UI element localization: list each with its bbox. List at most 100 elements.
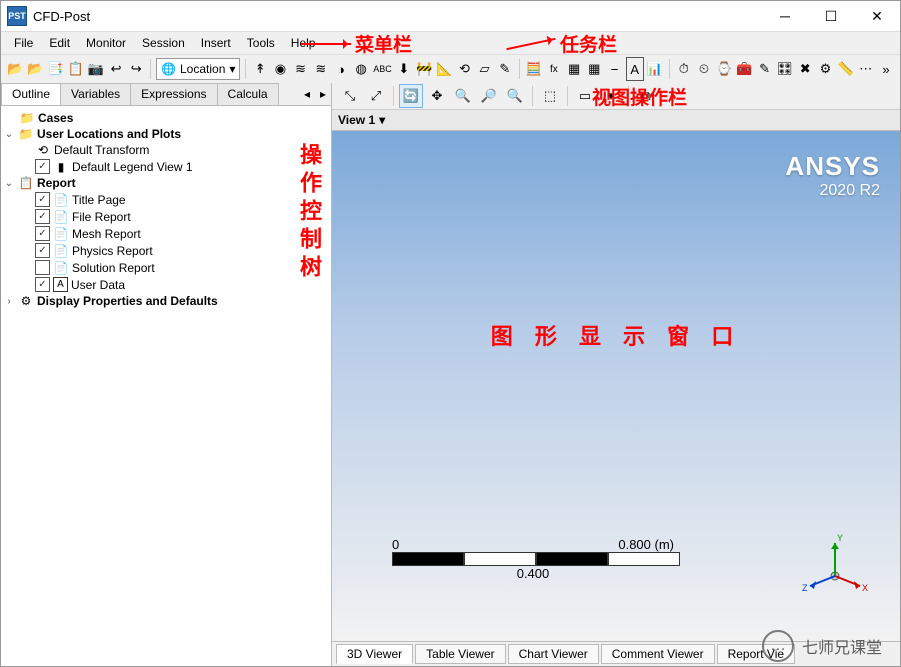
streamline2-icon[interactable]: ≋ — [312, 57, 330, 81]
tab-prev-icon[interactable]: ◂ — [299, 87, 315, 101]
tree-display-properties[interactable]: › ⚙ Display Properties and Defaults — [3, 293, 329, 309]
tree-mesh-report[interactable]: ✓ 📄 Mesh Report — [35, 225, 329, 242]
construct-icon[interactable]: 🚧 — [415, 57, 433, 81]
viewport[interactable]: ANSYS 2020 R2 图 形 显 示 窗 口 0 0.800 (m) 0.… — [332, 131, 900, 641]
overflow-icon[interactable]: » — [877, 57, 895, 81]
more-icon[interactable]: ⋯ — [857, 57, 875, 81]
multi-view-icon[interactable]: ⧉ — [634, 84, 658, 108]
camera-icon[interactable]: 📷 — [87, 57, 105, 81]
redo-icon[interactable]: ↪ — [127, 57, 145, 81]
pencil-icon[interactable]: ✎ — [755, 57, 773, 81]
menu-help[interactable]: Help — [284, 34, 323, 52]
location-dropdown[interactable]: 🌐 Location ▾ — [156, 58, 240, 80]
menu-insert[interactable]: Insert — [194, 34, 238, 52]
label-icon[interactable]: A — [626, 57, 644, 81]
maximize-button[interactable]: ☐ — [808, 1, 854, 31]
tree-cases[interactable]: 📁 Cases — [19, 110, 329, 126]
contour-icon[interactable]: ◉ — [271, 57, 289, 81]
axis-triad[interactable]: X Y Z — [800, 531, 870, 601]
tab-3d-viewer[interactable]: 3D Viewer — [336, 644, 413, 664]
view-dropdown-icon[interactable]: ▾ — [379, 113, 385, 127]
tab-outline[interactable]: Outline — [1, 83, 61, 105]
checkbox[interactable]: ✓ — [35, 159, 50, 174]
expander-icon[interactable]: ⌄ — [3, 129, 15, 140]
text-icon[interactable]: ABC — [372, 57, 393, 81]
ruler-icon[interactable]: 📐 — [435, 57, 453, 81]
checkbox[interactable]: ✓ — [35, 277, 50, 292]
tree-default-legend[interactable]: ✓ ▮ Default Legend View 1 — [35, 158, 329, 175]
zoom-icon[interactable]: 🔍 — [451, 84, 475, 108]
calculator-icon[interactable]: 🧮 — [525, 57, 543, 81]
checkbox[interactable]: ✓ — [35, 192, 50, 207]
rect-icon[interactable]: ▭ — [573, 84, 597, 108]
menu-session[interactable]: Session — [135, 34, 192, 52]
orbit-icon[interactable]: ⟲ — [455, 57, 473, 81]
menu-edit[interactable]: Edit — [42, 34, 77, 52]
minimize-button[interactable]: ─ — [762, 1, 808, 31]
measure-icon[interactable]: 📏 — [837, 57, 855, 81]
outline-tree[interactable]: 📁 Cases ⌄ 📁 User Locations and Plots ⟲ D… — [1, 106, 331, 666]
checkbox[interactable]: ✓ — [35, 243, 50, 258]
expander-icon[interactable]: ⌄ — [3, 178, 15, 189]
menu-monitor[interactable]: Monitor — [79, 34, 133, 52]
table-icon[interactable]: ▦ — [565, 57, 583, 81]
tree-user-locations[interactable]: ⌄ 📁 User Locations and Plots — [3, 126, 329, 142]
tab-expressions[interactable]: Expressions — [130, 83, 217, 105]
rotate-icon[interactable]: 🔄 — [399, 84, 423, 108]
pick-icon[interactable]: ⤢ — [364, 84, 388, 108]
separator — [669, 59, 670, 79]
pan-icon[interactable]: ✥ — [425, 84, 449, 108]
tree-solution-report[interactable]: 📄 Solution Report — [35, 259, 329, 276]
table2-icon[interactable]: ▦ — [585, 57, 603, 81]
tree-title-page[interactable]: ✓ 📄 Title Page — [35, 191, 329, 208]
timer-icon[interactable]: ⏱ — [675, 57, 693, 81]
volume-icon[interactable]: ◍ — [352, 57, 370, 81]
tab-comment-viewer[interactable]: Comment Viewer — [601, 644, 715, 664]
vector-icon[interactable]: ↟ — [251, 57, 269, 81]
tree-report[interactable]: ⌄ 📋 Report — [3, 175, 329, 191]
checkbox[interactable]: ✓ — [35, 226, 50, 241]
menu-file[interactable]: File — [7, 34, 40, 52]
chart-icon[interactable]: 📊 — [646, 57, 664, 81]
line-icon[interactable]: ⎯ — [605, 57, 623, 81]
settings-icon[interactable]: 🎛 — [776, 57, 795, 81]
select-icon[interactable]: ⤡ — [338, 84, 362, 108]
toolbox-icon[interactable]: 🧰 — [735, 57, 753, 81]
close-button[interactable]: ✕ — [854, 1, 900, 31]
gear-icon[interactable]: ⚙ — [816, 57, 834, 81]
undo-icon[interactable]: ↩ — [107, 57, 125, 81]
open-icon[interactable]: 📂 — [6, 57, 24, 81]
dropdown-icon[interactable]: ▾ — [599, 84, 623, 108]
particle-icon[interactable]: ◑ — [332, 57, 350, 81]
zoom-in-icon[interactable]: 🔎 — [477, 84, 501, 108]
tree-default-transform[interactable]: ⟲ Default Transform — [35, 142, 329, 158]
delete-icon[interactable]: ✖ — [796, 57, 814, 81]
fx-icon[interactable]: fx — [545, 57, 563, 81]
edit-icon[interactable]: ✎ — [496, 57, 514, 81]
tree-user-data[interactable]: ✓ A User Data — [35, 276, 329, 293]
expander-icon[interactable]: › — [3, 296, 15, 307]
menu-bar: File Edit Monitor Session Insert Tools H… — [1, 32, 900, 55]
zoom-fit-icon[interactable]: 🔍 — [503, 84, 527, 108]
tab-next-icon[interactable]: ▸ — [315, 87, 331, 101]
clock-icon[interactable]: ⌚ — [715, 57, 733, 81]
cases-icon[interactable]: 📑 — [46, 57, 64, 81]
tab-report-viewer[interactable]: Report Vie — [717, 644, 795, 664]
tab-table-viewer[interactable]: Table Viewer — [415, 644, 505, 664]
box-icon[interactable]: ⬚ — [538, 84, 562, 108]
tab-chart-viewer[interactable]: Chart Viewer — [508, 644, 599, 664]
arrow-down-icon[interactable]: ⬇ — [395, 57, 413, 81]
tab-calculators[interactable]: Calcula — [217, 83, 279, 105]
copy-icon[interactable]: 📋 — [67, 57, 85, 81]
timer2-icon[interactable]: ⏲ — [695, 57, 713, 81]
tree-physics-report[interactable]: ✓ 📄 Physics Report — [35, 242, 329, 259]
open2-icon[interactable]: 📂 — [26, 57, 44, 81]
checkbox[interactable] — [35, 260, 50, 275]
streamline-icon[interactable]: ≋ — [292, 57, 310, 81]
checkbox[interactable]: ✓ — [35, 209, 50, 224]
tab-variables[interactable]: Variables — [60, 83, 131, 105]
view-header[interactable]: View 1 ▾ — [332, 110, 900, 131]
menu-tools[interactable]: Tools — [240, 34, 282, 52]
plane-icon[interactable]: ▱ — [476, 57, 494, 81]
tree-file-report[interactable]: ✓ 📄 File Report — [35, 208, 329, 225]
